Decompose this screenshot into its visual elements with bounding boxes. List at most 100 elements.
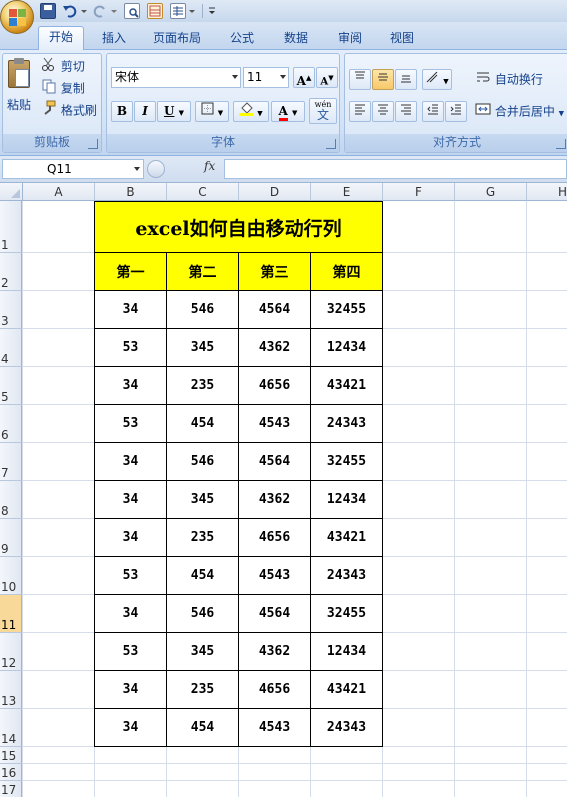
align-middle-button[interactable]	[372, 69, 394, 90]
row-header-3[interactable]: 3	[0, 291, 22, 329]
table-cell[interactable]: 34	[94, 481, 167, 519]
table-cell[interactable]: 4362	[239, 481, 311, 519]
table-cell[interactable]: 34	[94, 291, 167, 329]
insert-function-icon[interactable]: fx	[204, 159, 215, 173]
shrink-font-button[interactable]: A▼	[316, 67, 338, 88]
increase-indent-button[interactable]	[445, 101, 467, 122]
row-header-8[interactable]: 8	[0, 481, 22, 519]
formula-bar-expand-icon[interactable]	[147, 160, 165, 178]
table-cell[interactable]: 454	[167, 405, 239, 443]
row-header-11[interactable]: 11	[0, 595, 22, 633]
row-header-17[interactable]: 17	[0, 781, 22, 797]
table-cell[interactable]: 4564	[239, 291, 311, 329]
table-cell[interactable]: 32455	[311, 291, 383, 329]
column-header-g[interactable]: G	[455, 183, 527, 201]
table-header-cell[interactable]: 第一	[94, 253, 167, 291]
table-header-cell[interactable]: 第三	[239, 253, 311, 291]
table-cell[interactable]: 12434	[311, 329, 383, 367]
row-header-10[interactable]: 10	[0, 557, 22, 595]
table-cell[interactable]: 43421	[311, 519, 383, 557]
table-cell[interactable]: 34	[94, 367, 167, 405]
table-cell[interactable]: 43421	[311, 671, 383, 709]
table-cell[interactable]: 4543	[239, 709, 311, 747]
phonetic-button[interactable]: wén 文	[309, 98, 337, 124]
table-cell[interactable]: 34	[94, 519, 167, 557]
copy-button[interactable]: 复制	[41, 78, 85, 98]
table-cell[interactable]: 546	[167, 443, 239, 481]
customize-qat-icon[interactable]	[207, 3, 217, 19]
font-size-combo[interactable]: 11	[243, 67, 289, 88]
format-table-icon[interactable]	[170, 3, 186, 19]
orientation-button[interactable]: ▼	[422, 69, 452, 90]
tab-page-layout[interactable]: 页面布局	[146, 28, 208, 50]
table-cell[interactable]: 4656	[239, 671, 311, 709]
worksheet-grid[interactable]: A B C D E F G H 1 2 3 4 5 6 7 8 9 10 11 12 13 14 15 16 1…	[0, 183, 567, 797]
fill-color-button[interactable]: ▼	[233, 101, 269, 122]
redo-icon[interactable]	[92, 3, 108, 19]
table-cell[interactable]: 345	[167, 633, 239, 671]
tab-formulas[interactable]: 公式	[222, 28, 262, 50]
table-cell[interactable]: 4564	[239, 595, 311, 633]
table-cell[interactable]: 12434	[311, 481, 383, 519]
column-header-d[interactable]: D	[239, 183, 311, 201]
wrap-text-button[interactable]: 自动换行	[475, 69, 543, 89]
alignment-dialog-launcher-icon[interactable]	[556, 139, 566, 149]
underline-button[interactable]: U ▼	[157, 101, 191, 122]
cut-button[interactable]: 剪切	[41, 56, 85, 76]
table-cell[interactable]: 4543	[239, 405, 311, 443]
row-header-6[interactable]: 6	[0, 405, 22, 443]
column-header-h[interactable]: H	[527, 183, 567, 201]
table-cell[interactable]: 4543	[239, 557, 311, 595]
table-cell[interactable]: 4656	[239, 367, 311, 405]
formula-input[interactable]	[224, 159, 567, 179]
tab-view[interactable]: 视图	[382, 28, 422, 50]
column-header-a[interactable]: A	[23, 183, 95, 201]
table-cell[interactable]: 454	[167, 709, 239, 747]
tab-home[interactable]: 开始	[38, 26, 84, 51]
column-header-e[interactable]: E	[311, 183, 383, 201]
format-painter-button[interactable]: 格式刷	[41, 100, 97, 120]
table-cell[interactable]: 546	[167, 595, 239, 633]
table-cell[interactable]: 4656	[239, 519, 311, 557]
tab-data[interactable]: 数据	[276, 28, 316, 50]
decrease-indent-button[interactable]	[422, 101, 444, 122]
table-cell[interactable]: 235	[167, 367, 239, 405]
format-dropdown-icon[interactable]	[188, 3, 196, 19]
italic-button[interactable]: I	[134, 101, 156, 122]
row-header-4[interactable]: 4	[0, 329, 22, 367]
table-cell[interactable]: 4564	[239, 443, 311, 481]
row-header-15[interactable]: 15	[0, 747, 22, 764]
table-cell[interactable]: 32455	[311, 595, 383, 633]
align-right-button[interactable]	[395, 101, 417, 122]
row-header-14[interactable]: 14	[0, 709, 22, 747]
insert-table-icon[interactable]	[147, 3, 163, 19]
table-header-cell[interactable]: 第二	[167, 253, 239, 291]
table-header-cell[interactable]: 第四	[311, 253, 383, 291]
column-header-f[interactable]: F	[383, 183, 455, 201]
merge-center-button[interactable]: 合并后居中 ▼	[475, 101, 564, 121]
table-cell[interactable]: 4362	[239, 329, 311, 367]
tab-insert[interactable]: 插入	[94, 28, 134, 50]
row-header-7[interactable]: 7	[0, 443, 22, 481]
grow-font-button[interactable]: A▲	[293, 67, 315, 88]
font-name-combo[interactable]: 宋体	[111, 67, 241, 88]
paste-button[interactable]: 粘贴	[5, 58, 33, 118]
table-cell[interactable]: 43421	[311, 367, 383, 405]
title-cell[interactable]: excel如何自由移动行列	[94, 201, 383, 253]
align-top-button[interactable]	[349, 69, 371, 90]
redo-dropdown-icon[interactable]	[110, 3, 118, 19]
borders-button[interactable]: ▼	[195, 101, 229, 122]
table-cell[interactable]: 24343	[311, 557, 383, 595]
row-header-1[interactable]: 1	[0, 201, 22, 253]
align-left-button[interactable]	[349, 101, 371, 122]
row-header-16[interactable]: 16	[0, 764, 22, 781]
font-color-button[interactable]: A ▼	[271, 101, 305, 122]
table-cell[interactable]: 53	[94, 329, 167, 367]
table-cell[interactable]: 53	[94, 405, 167, 443]
table-cell[interactable]: 53	[94, 633, 167, 671]
table-cell[interactable]: 32455	[311, 443, 383, 481]
row-header-12[interactable]: 12	[0, 633, 22, 671]
table-cell[interactable]: 34	[94, 595, 167, 633]
table-cell[interactable]: 345	[167, 481, 239, 519]
table-cell[interactable]: 345	[167, 329, 239, 367]
